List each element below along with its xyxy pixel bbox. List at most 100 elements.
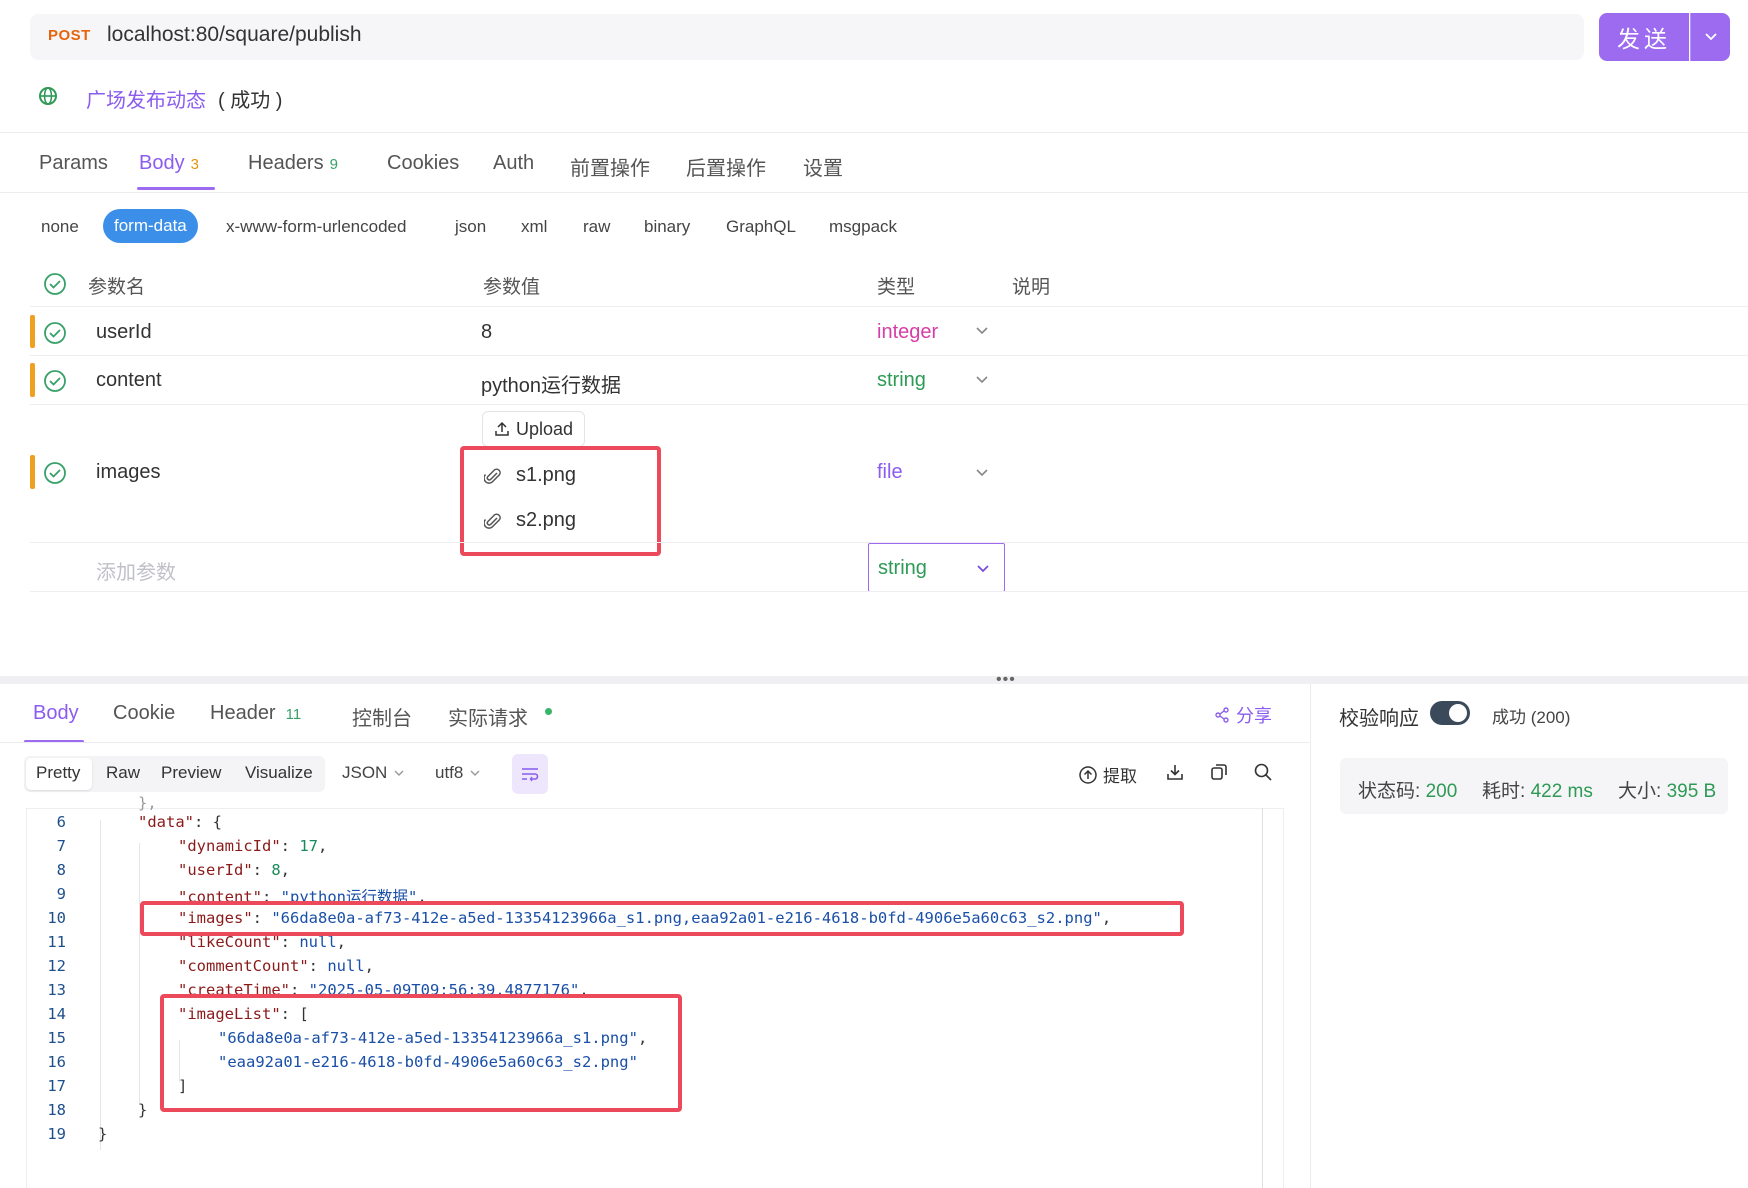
row-divider [30,404,1748,405]
line-number: 10 [47,909,66,927]
response-tab-console[interactable]: 控制台 [352,702,412,731]
splitter-handle-icon[interactable]: ••• [996,671,1016,689]
param-value-input[interactable]: python运行数据 [481,369,621,398]
format-value: JSON [342,763,388,782]
chevron-down-icon [977,565,989,573]
encoding-select[interactable]: utf8 [435,763,481,783]
line-number: 19 [47,1125,66,1143]
active-tab-indicator [137,187,215,190]
divider [0,132,1748,133]
view-mode-preview[interactable]: Preview [161,763,221,783]
line-number: 7 [56,837,66,855]
share-label: 分享 [1236,706,1272,726]
status-code-stat: 状态码: 200 [1358,776,1457,803]
body-type-graphql[interactable]: GraphQL [726,217,796,237]
validate-response-label: 校验响应 [1339,708,1419,730]
extract-icon [1079,765,1097,784]
copy-icon[interactable] [1209,762,1229,782]
tab-label: Header [210,702,276,724]
view-mode-pretty[interactable]: Pretty [36,763,80,783]
panel-splitter[interactable] [0,676,1748,684]
divider [0,192,1748,193]
share-button[interactable]: 分享 [1214,702,1272,728]
chevron-down-icon [394,770,404,776]
body-type-json[interactable]: json [455,217,486,237]
tab-auth[interactable]: Auth [493,152,534,175]
tab-params[interactable]: Params [39,152,108,175]
response-tab-cookie[interactable]: Cookie [113,702,175,725]
indent-guide [139,843,140,1105]
editor-scrollbar[interactable] [1262,808,1263,1188]
tab-body[interactable]: Body 3 [139,152,199,175]
send-button[interactable]: 发送 [1599,13,1689,61]
url-input[interactable]: localhost:80/square/publish [107,23,362,47]
code-overflow-fragment: }, [138,794,157,812]
search-icon[interactable] [1253,762,1273,782]
select-all-checkbox[interactable] [43,272,67,296]
body-type-urlencoded[interactable]: x-www-form-urlencoded [226,217,406,237]
param-type-select[interactable]: file [877,461,903,484]
api-name-link[interactable]: 广场发布动态 [86,84,206,113]
view-mode-visualize[interactable]: Visualize [245,763,313,783]
encoding-value: utf8 [435,763,464,782]
param-type-select[interactable]: integer [877,321,938,344]
add-param-input[interactable]: 添加参数 [96,556,176,585]
send-options-button[interactable] [1690,13,1730,61]
validate-response-toggle[interactable] [1430,701,1470,725]
body-type-msgpack[interactable]: msgpack [829,217,897,237]
body-count-badge: 3 [190,156,199,173]
share-icon [1215,707,1229,723]
tab-label: 后置操作 [686,158,766,180]
response-tab-body[interactable]: Body [33,702,79,725]
json-key: "userId" [178,861,253,879]
line-number: 11 [47,933,66,951]
stat-value: 395 B [1666,781,1717,802]
chevron-down-icon [1704,33,1717,41]
chevron-down-icon[interactable] [974,374,990,386]
row-drag-handle[interactable] [30,315,35,348]
http-method[interactable]: POST [48,27,91,44]
download-icon[interactable] [1165,762,1185,782]
json-null: null [327,957,365,975]
json-key: "commentCount" [178,957,309,975]
param-name-input[interactable]: content [96,369,162,392]
tab-cookies[interactable]: Cookies [387,152,459,175]
body-type-form-data[interactable]: form-data [103,209,198,243]
row-checkbox[interactable] [43,369,67,393]
row-checkbox[interactable] [43,321,67,345]
body-type-binary[interactable]: binary [644,217,690,237]
upload-button[interactable]: Upload [482,411,586,447]
param-name-input[interactable]: userId [96,321,152,344]
response-tab-actual-request[interactable]: 实际请求 [448,702,528,731]
tab-pre-actions[interactable]: 前置操作 [570,152,650,181]
word-wrap-button[interactable] [512,754,548,794]
tab-label: Params [39,152,108,174]
tab-headers[interactable]: Headers 9 [248,152,338,175]
headers-count-badge: 9 [329,156,338,173]
line-number: 13 [47,981,66,999]
highlight-box [140,901,1184,936]
body-type-none[interactable]: none [41,217,79,237]
extract-button[interactable]: 提取 [1078,762,1137,787]
param-type-select[interactable]: string [877,369,926,392]
row-drag-handle[interactable] [30,455,35,489]
body-type-raw[interactable]: raw [583,217,610,237]
chevron-down-icon[interactable] [974,467,990,479]
code-line: "dynamicId": 17, [178,837,328,855]
tab-settings[interactable]: 设置 [803,152,843,181]
row-drag-handle[interactable] [30,363,35,397]
param-name-input[interactable]: images [96,461,160,484]
url-bar[interactable]: POST localhost:80/square/publish [30,14,1584,60]
tab-label: 设置 [803,158,843,180]
view-mode-raw[interactable]: Raw [106,763,140,783]
format-select[interactable]: JSON [342,763,405,783]
new-param-type-select[interactable]: string [868,543,1005,592]
highlight-box [160,994,682,1112]
body-type-xml[interactable]: xml [521,217,547,237]
row-checkbox[interactable] [43,461,67,485]
tab-post-actions[interactable]: 后置操作 [686,152,766,181]
chevron-down-icon[interactable] [974,325,990,337]
param-value-input[interactable]: 8 [481,321,492,344]
response-tab-header[interactable]: Header 11 [210,702,301,725]
line-number: 8 [56,861,66,879]
